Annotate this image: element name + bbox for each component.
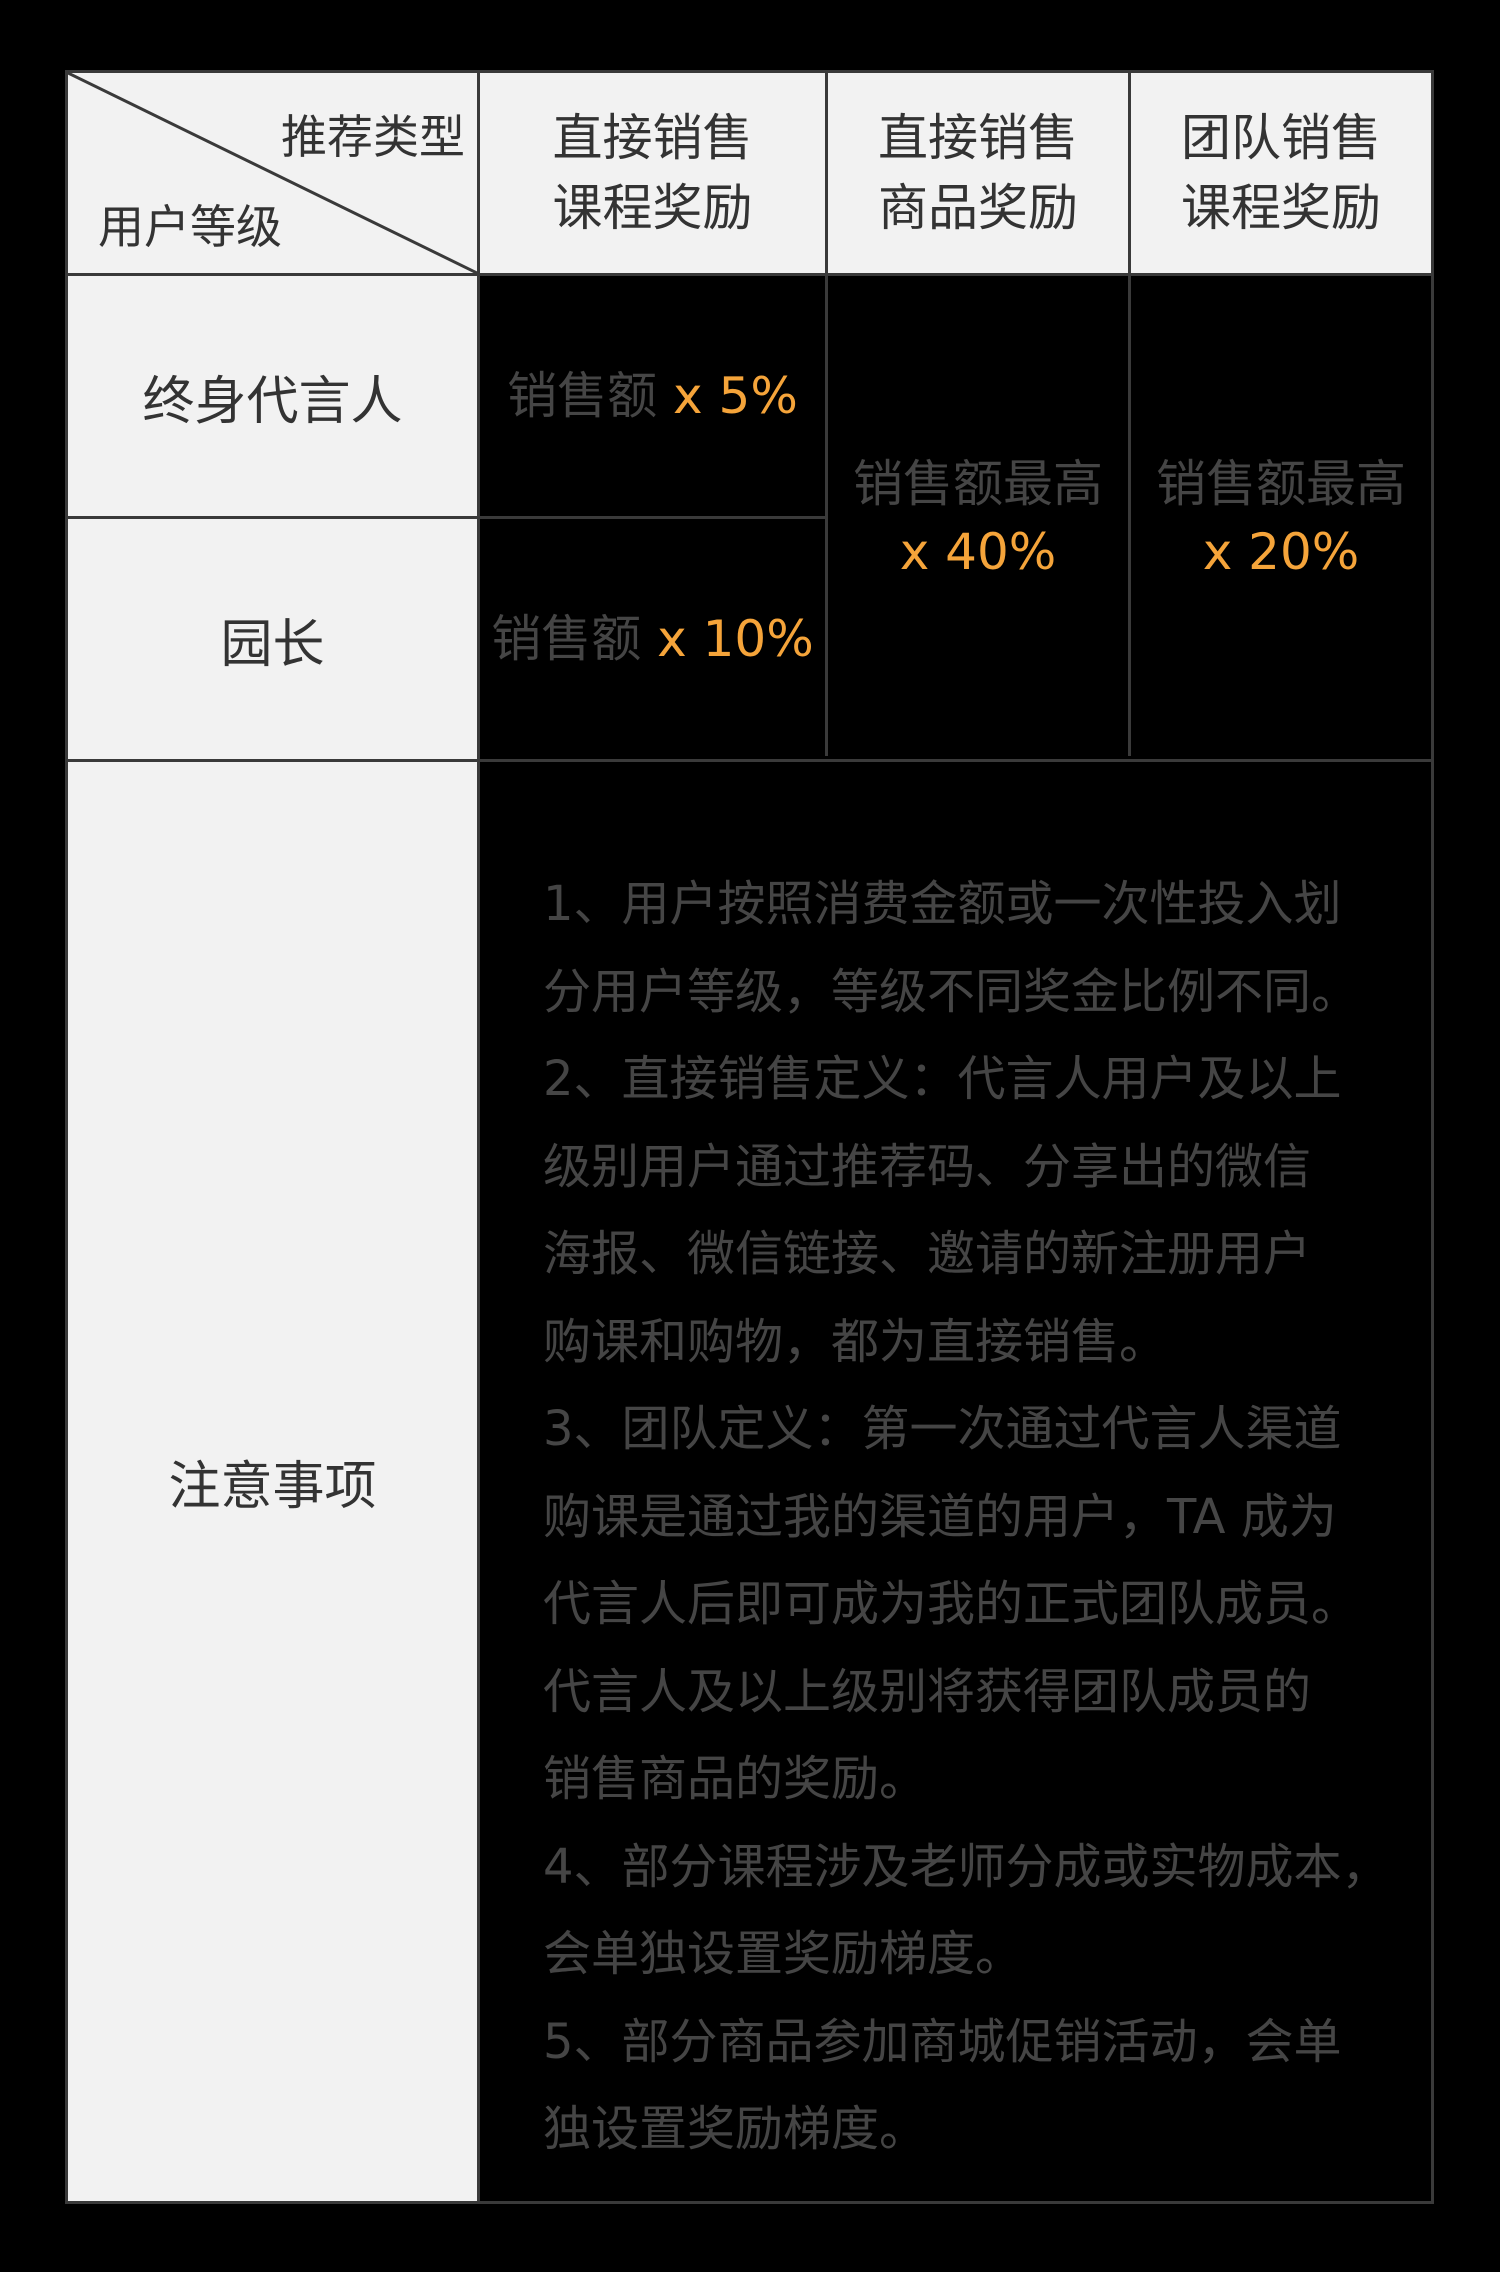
value-row2-direct-course: 销售额 x 10% — [480, 519, 825, 759]
note-line: 购课和购物，都为直接销售。 — [543, 1313, 1168, 1370]
note-line: 海报、微信链接、邀请的新注册用户 — [543, 1226, 1312, 1282]
header-direct-goods-line2: 商品奖励 — [878, 179, 1078, 237]
value-direct-goods-prefix: 销售额最高 — [853, 454, 1103, 513]
value-row2-prefix: 销售额 — [491, 610, 642, 668]
note-line: 销售商品的奖励。 — [543, 1751, 928, 1807]
value-direct-goods: 销售额最高 x 40% — [828, 276, 1128, 759]
grid-vline-3 — [1128, 73, 1131, 756]
note-line: 3、团队定义：第一次通过代言人渠道 — [543, 1401, 1342, 1457]
header-team-course-line1: 团队销售 — [1181, 109, 1381, 167]
value-team-course-prefix: 销售额最高 — [1156, 454, 1406, 513]
value-row1-rate: x 5% — [673, 367, 798, 425]
header-direct-goods: 直接销售 商品奖励 — [828, 73, 1128, 273]
header-team-course-line2: 课程奖励 — [1181, 179, 1381, 237]
value-direct-goods-rate: x 40% — [899, 522, 1057, 581]
value-row1-direct-course: 销售额 x 5% — [480, 276, 825, 516]
value-row1-prefix: 销售额 — [507, 367, 658, 425]
note-line: 会单独设置奖励梯度。 — [543, 1926, 1024, 1982]
note-line: 代言人后即可成为我的正式团队成员。 — [543, 1576, 1360, 1632]
row-label-lifetime-ambassador: 终身代言人 — [68, 276, 477, 516]
grid-hline-row2 — [68, 759, 1431, 762]
value-team-course-rate: x 20% — [1202, 522, 1360, 581]
grid-hline-header — [68, 273, 1431, 276]
header-user-level: 用户等级 — [98, 200, 282, 254]
header-direct-goods-line1: 直接销售 — [878, 109, 1078, 167]
header-direct-course-line2: 课程奖励 — [552, 179, 753, 237]
note-line: 级别用户通过推荐码、分享出的微信 — [543, 1138, 1312, 1195]
diagonal-header-cell: 推荐类型 用户等级 — [68, 73, 477, 273]
notes-text: 1、用户按照消费金额或一次性投入划 分用户等级，等级不同奖金比例不同。 2、直接销售… — [521, 861, 1401, 2174]
note-line: 1、用户按照消费金额或一次性投入划 — [543, 876, 1342, 932]
value-row2-rate: x 10% — [657, 610, 814, 668]
grid-vline-1 — [477, 73, 480, 2201]
note-line: 购课是通过我的渠道的用户，TA 成为 — [543, 1488, 1337, 1545]
note-line: 4、部分课程涉及老师分成或实物成本， — [543, 1838, 1390, 1895]
note-line: 2、直接销售定义：代言人用户及以上 — [543, 1051, 1342, 1107]
row-label-notes: 注意事项 — [68, 762, 477, 2201]
value-team-course: 销售额最高 x 20% — [1131, 276, 1431, 759]
row-label-director: 园长 — [68, 519, 477, 759]
grid-vline-2 — [825, 73, 828, 756]
header-direct-course-line1: 直接销售 — [552, 109, 753, 167]
note-line: 独设置奖励梯度。 — [543, 2101, 928, 2157]
reward-table: 推荐类型 用户等级 直接销售 课程奖励 直接销售 商品奖励 团队销售 课程奖励 … — [65, 70, 1434, 2204]
header-recommend-type: 推荐类型 — [281, 110, 465, 164]
note-line: 代言人及以上级别将获得团队成员的 — [543, 1663, 1312, 1720]
note-line: 分用户等级，等级不同奖金比例不同。 — [543, 963, 1360, 1020]
note-line: 5、部分商品参加商城促销活动，会单 — [543, 2013, 1342, 2070]
header-team-course: 团队销售 课程奖励 — [1131, 73, 1431, 273]
header-direct-course: 直接销售 课程奖励 — [480, 73, 825, 273]
grid-hline-row1 — [68, 516, 828, 519]
